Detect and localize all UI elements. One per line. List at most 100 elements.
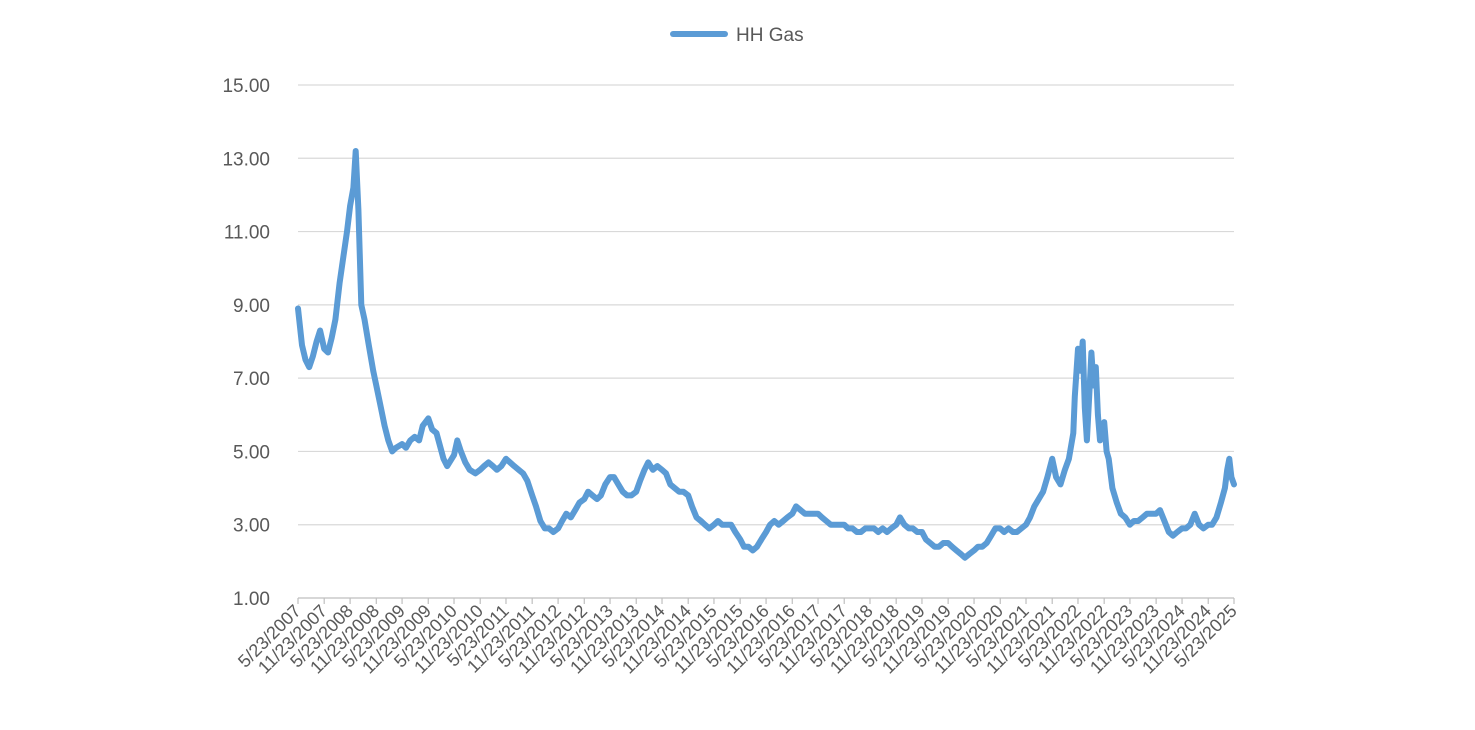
data-point — [511, 463, 517, 469]
data-point — [481, 463, 487, 469]
data-point — [836, 522, 842, 528]
data-point — [451, 452, 457, 458]
data-point — [393, 445, 399, 451]
data-point — [337, 280, 343, 286]
data-point — [637, 478, 643, 484]
data-point — [806, 511, 812, 517]
data-point — [706, 525, 712, 531]
data-point — [663, 470, 669, 476]
data-point — [598, 492, 604, 498]
data-point — [533, 503, 539, 509]
data-point — [299, 342, 305, 348]
y-tick-label: 1.00 — [233, 589, 270, 610]
x-axis-tick-labels: 5/23/200711/23/20075/23/200811/23/20085/… — [234, 601, 1241, 678]
data-point — [992, 525, 998, 531]
data-point — [776, 522, 782, 528]
data-point — [988, 533, 994, 539]
data-point — [936, 544, 942, 550]
data-point — [317, 328, 323, 333]
data-point — [780, 518, 786, 524]
legend: HH Gas — [670, 25, 804, 46]
data-point — [719, 522, 725, 528]
data-point — [321, 346, 327, 352]
data-point — [871, 525, 877, 531]
data-point — [754, 544, 760, 550]
data-point — [758, 536, 764, 542]
data-point — [927, 540, 933, 546]
data-point — [1099, 426, 1105, 432]
data-point — [486, 459, 491, 465]
data-point — [1127, 522, 1133, 528]
data-point — [659, 467, 665, 473]
data-point — [1228, 474, 1234, 480]
data-point — [732, 529, 738, 535]
data-point — [897, 514, 903, 520]
data-point — [1183, 525, 1189, 531]
data-point — [1106, 456, 1112, 462]
data-point — [407, 437, 413, 443]
data-point — [685, 492, 691, 498]
data-point — [1075, 346, 1081, 352]
data-point — [370, 368, 376, 374]
data-point — [1224, 467, 1230, 473]
hh-gas-line-chart: HH Gas 1.00 3.00 5.00 7.00 9.00 11.00 13.00 15.… — [222, 25, 1241, 678]
data-point — [654, 463, 660, 469]
data-point — [828, 522, 834, 528]
data-point — [819, 514, 825, 520]
data-point — [303, 357, 308, 363]
data-point — [546, 525, 552, 531]
data-point — [382, 423, 388, 429]
data-point — [966, 551, 972, 557]
y-tick-label: 11.00 — [224, 223, 270, 244]
data-point — [550, 529, 556, 535]
data-point — [444, 463, 450, 469]
data-point — [784, 514, 790, 520]
data-point — [472, 470, 478, 476]
data-point — [1066, 456, 1072, 462]
data-point — [1027, 514, 1033, 520]
data-point — [945, 540, 951, 546]
data-point — [412, 434, 418, 440]
data-point — [1014, 529, 1020, 535]
data-point — [767, 522, 773, 528]
data-point — [416, 437, 422, 443]
data-point — [1006, 525, 1011, 531]
data-point — [403, 445, 409, 451]
data-point — [347, 203, 353, 209]
data-point — [702, 522, 708, 528]
data-point — [984, 540, 990, 546]
data-point — [962, 555, 968, 561]
data-point — [875, 529, 881, 535]
y-tick-label: 9.00 — [233, 296, 270, 317]
data-point — [490, 463, 496, 469]
data-point — [350, 185, 356, 191]
data-point — [1084, 437, 1090, 443]
data-point — [793, 503, 799, 509]
data-point — [1086, 394, 1092, 399]
data-point — [454, 437, 460, 443]
data-point — [420, 423, 426, 429]
data-point — [880, 525, 886, 531]
data-point — [581, 496, 587, 502]
data-point — [590, 492, 595, 498]
data-point — [1222, 485, 1228, 491]
data-point — [1187, 522, 1193, 528]
data-point — [1166, 529, 1172, 535]
gridlines — [298, 84, 1234, 526]
data-point — [520, 470, 526, 476]
data-point — [585, 489, 591, 495]
data-point — [524, 478, 530, 484]
data-point — [295, 306, 301, 311]
data-point — [385, 437, 391, 443]
data-point — [975, 544, 981, 550]
data-point — [1062, 467, 1068, 473]
data-point — [798, 507, 803, 513]
data-point — [1144, 511, 1150, 517]
data-point — [555, 525, 561, 531]
data-point — [1104, 448, 1110, 454]
y-tick-label: 3.00 — [233, 516, 270, 537]
data-point — [437, 441, 442, 447]
data-point — [949, 544, 955, 550]
data-point — [724, 522, 730, 528]
y-axis-tick-labels: 1.00 3.00 5.00 7.00 9.00 11.00 13.00 15.00 — [222, 76, 270, 610]
